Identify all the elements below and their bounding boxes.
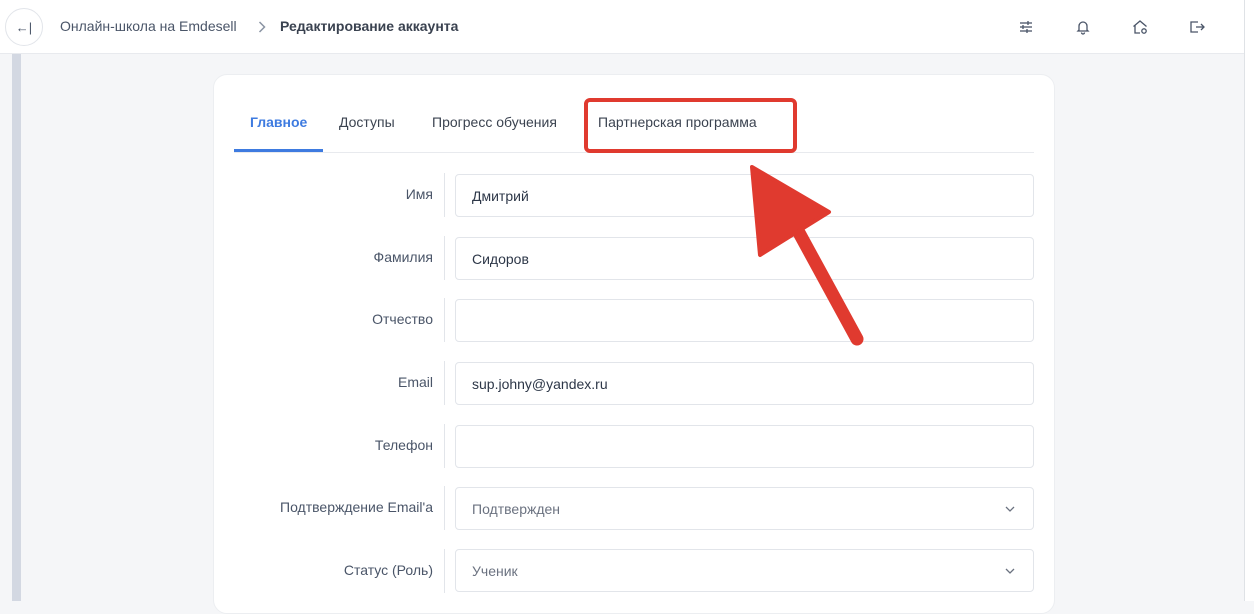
annotation-arrow-head — [750, 165, 831, 257]
annotation-arrow — [750, 165, 864, 346]
annotation-arrow-shaft — [784, 211, 864, 346]
